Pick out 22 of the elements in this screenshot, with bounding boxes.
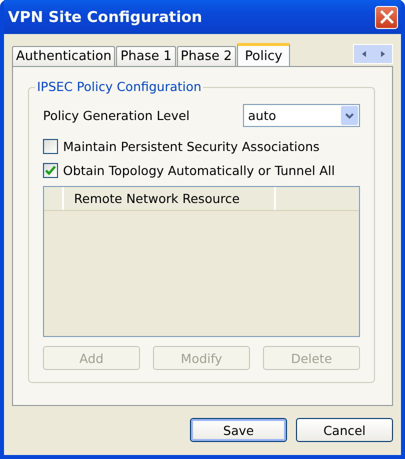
button[interactable]: Cancel [296, 418, 393, 442]
tab[interactable]: Phase 1 [116, 46, 176, 66]
tab[interactable]: Authentication [12, 46, 116, 66]
resource-list[interactable]: Remote Network Resource [43, 186, 360, 337]
policy-level-dropdown[interactable]: auto [243, 104, 360, 127]
chevron-down-icon [345, 112, 354, 118]
group-title: IPSEC Policy Configuration [35, 79, 204, 94]
left-arrow-icon [360, 50, 368, 58]
field-label: Policy Generation Level [43, 108, 190, 123]
right-arrow-icon [378, 50, 386, 58]
tab-scroll-buttons[interactable] [353, 44, 393, 64]
checkbox-label[interactable]: Maintain Persistent Security Associations [63, 139, 320, 154]
tab[interactable]: Policy [236, 43, 290, 66]
checkbox-label[interactable]: Obtain Topology Automatically or Tunnel All [63, 163, 335, 178]
close-button[interactable] [375, 6, 398, 28]
button[interactable]: Save [190, 418, 287, 442]
tab[interactable]: Phase 2 [176, 46, 236, 66]
checkbox[interactable] [43, 139, 58, 154]
checkbox[interactable] [43, 163, 58, 178]
close-icon [380, 10, 394, 24]
window-title: VPN Site Configuration [8, 8, 202, 26]
column-header[interactable]: Remote Network Resource [64, 187, 276, 210]
